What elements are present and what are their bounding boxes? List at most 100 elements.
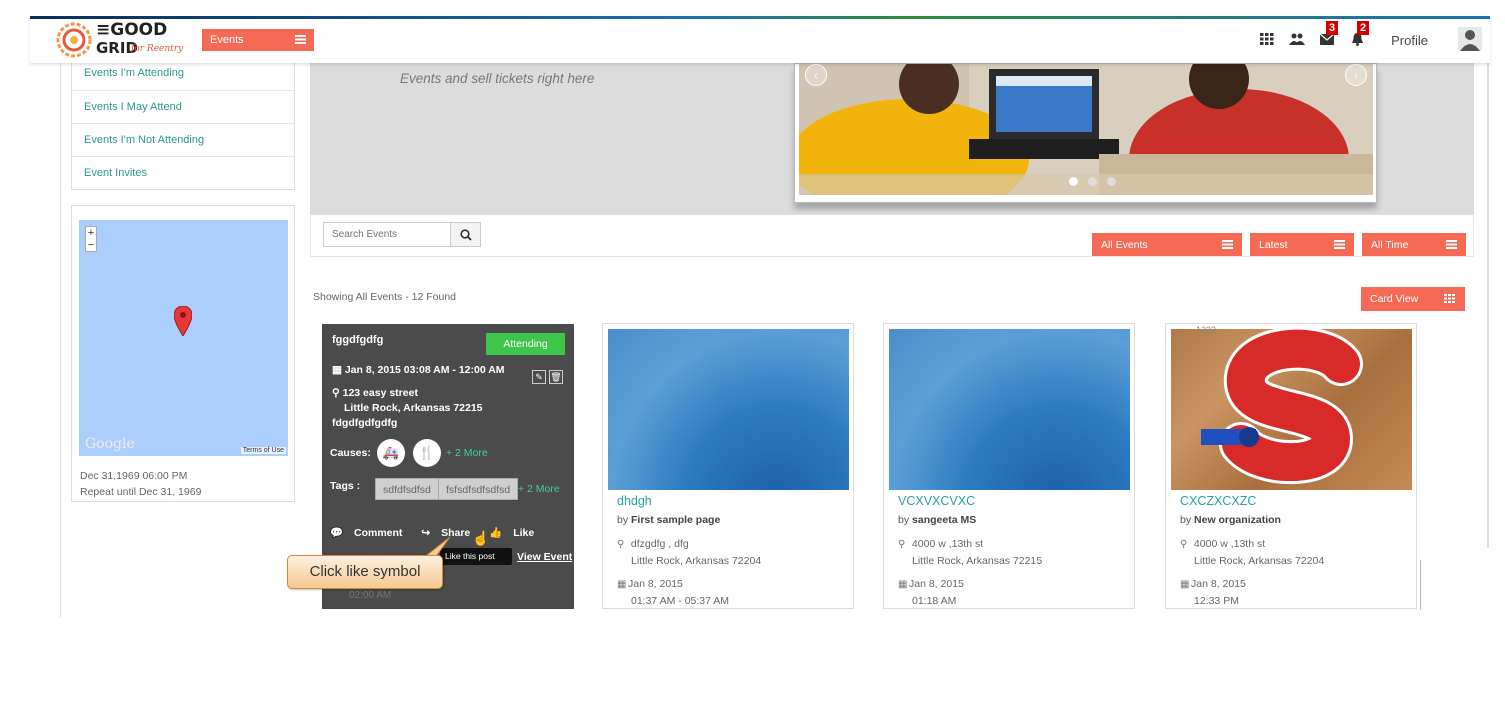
gear-logo-icon [56, 22, 92, 58]
address-line1: 4000 w ,13th st [1193, 538, 1266, 550]
hand-cursor-icon: ☝ [472, 530, 490, 546]
organizer-name[interactable]: sangeeta MS [912, 514, 976, 526]
zoom-out-button[interactable]: − [86, 239, 96, 251]
event-image[interactable] [889, 329, 1130, 490]
map-marker-icon: ⚲ [617, 539, 625, 550]
slider-dot[interactable] [1107, 177, 1116, 186]
slider-dots [1069, 173, 1126, 191]
menu-icon [1446, 240, 1457, 249]
search-icon [459, 229, 472, 241]
grid-view-icon [1444, 294, 1455, 303]
latest-dropdown[interactable]: Latest [1250, 233, 1354, 256]
ambulance-cause-icon[interactable]: 🚑 [377, 439, 405, 467]
organizer-name[interactable]: New organization [1194, 514, 1281, 526]
profile-link[interactable]: Profile [1391, 33, 1428, 48]
map-marker-icon: ⚲ [1180, 539, 1188, 550]
time-text: 12:33 PM [1194, 595, 1239, 607]
comment-label: Comment [354, 527, 403, 539]
tags-more-link[interactable]: + 2 More [518, 483, 560, 495]
like-button[interactable]: 👍 Like [489, 527, 542, 539]
event-name-link[interactable]: dhdgh [617, 494, 652, 508]
left-divider [60, 63, 61, 618]
search-events-input[interactable] [323, 222, 451, 247]
event-address: ⚲ 4000 w ,13th st Little Rock, Arkansas … [1180, 536, 1324, 569]
notifications-button[interactable]: 2 [1351, 21, 1370, 49]
avatar-icon[interactable] [1458, 27, 1482, 51]
terms-link[interactable]: Terms of Use [240, 447, 286, 454]
like-label: Like [513, 527, 535, 539]
map-pin-icon[interactable] [174, 306, 192, 336]
causes-label: Causes: [330, 447, 371, 459]
menu-item-invites[interactable]: Event Invites [72, 156, 294, 189]
event-organizer: by New organization [1180, 514, 1281, 526]
event-image[interactable] [608, 329, 849, 490]
event-address: ⚲ dfzgdfg , dfg Little Rock, Arkansas 72… [617, 536, 761, 569]
event-card[interactable]: 1222 CXCZXCXZC by New organization ⚲ 400… [1165, 323, 1417, 609]
by-prefix: by [617, 514, 632, 526]
event-title[interactable]: fggdfgdfg [332, 334, 383, 346]
filter-bar: All Events Latest All Time [310, 215, 1474, 257]
event-card[interactable]: dhdgh by First sample page ⚲ dfzgdfg , d… [602, 323, 854, 609]
slider-dot[interactable] [1069, 177, 1078, 186]
notifications-badge: 2 [1357, 21, 1370, 35]
messages-button[interactable]: 3 [1319, 21, 1339, 48]
event-card[interactable]: VCXVXCVXC by sangeeta MS ⚲ 4000 w ,13th … [883, 323, 1135, 609]
slider-prev-button[interactable]: ‹ [805, 64, 827, 86]
organizer-name[interactable]: First sample page [631, 514, 720, 526]
slider-dot[interactable] [1088, 177, 1097, 186]
time-text: 01:18 AM [912, 595, 957, 607]
image-slider: ‹ › [794, 63, 1377, 203]
comment-button[interactable]: 💬 Comment [330, 527, 410, 539]
thumbs-up-icon: 👍 [489, 527, 503, 539]
card-view-label: Card View [1370, 293, 1419, 305]
edit-icon[interactable]: ✎ [532, 370, 546, 384]
apps-grid-icon[interactable] [1260, 33, 1274, 45]
causes-more-link[interactable]: + 2 More [446, 447, 488, 459]
nav-icons: 3 2 Profile [1250, 19, 1490, 63]
event-time-faded: 02:00 AM [349, 590, 392, 601]
slider-next-button[interactable]: › [1345, 64, 1367, 86]
card-tools: ✎ 🗑 [529, 367, 563, 385]
event-name-link[interactable]: CXCZXCXZC [1180, 494, 1256, 508]
group-users-icon[interactable] [1289, 33, 1305, 45]
logo[interactable]: ≡GOOD GRID for Reentry [54, 19, 184, 61]
map-event-date: Dec 31,1969 06:00 PM Repeat until Dec 31… [80, 468, 201, 500]
card-view-button[interactable]: Card View [1361, 287, 1465, 311]
trash-icon[interactable]: 🗑 [549, 370, 563, 384]
tag-chip[interactable]: sdfdfsdfsd [375, 478, 439, 500]
tag-chip[interactable]: fsfsdfsdfsdfsd [438, 478, 519, 500]
events-filter-menu: Events I'm Attending Events I May Attend… [71, 63, 295, 190]
logo-text-good: ≡GOOD [96, 20, 168, 40]
tags-label: Tags : [330, 480, 361, 492]
instruction-callout: Click like symbol [287, 555, 443, 589]
event-address: ⚲ 4000 w ,13th st Little Rock, Arkansas … [898, 536, 1042, 569]
attending-status-button[interactable]: Attending [486, 333, 565, 355]
menu-item-not-attending[interactable]: Events I'm Not Attending [72, 123, 294, 156]
menu-item-may-attend[interactable]: Events I May Attend [72, 90, 294, 123]
map[interactable]: + − Google Terms of Use [79, 220, 288, 456]
calendar-icon: ▦ [898, 579, 908, 590]
messages-badge: 3 [1326, 21, 1339, 35]
all-events-dropdown[interactable]: All Events [1092, 233, 1242, 256]
google-logo: Google [85, 436, 135, 452]
date-text: Jan 8, 2015 [628, 578, 683, 590]
menu-item-attending[interactable]: Events I'm Attending [72, 63, 294, 90]
felt-letter-s-image [1201, 329, 1363, 485]
events-menu-button[interactable]: Events [202, 29, 314, 51]
all-events-label: All Events [1101, 239, 1148, 251]
date-text: Jan 8, 2015 [1191, 578, 1246, 590]
address-line2: Little Rock, Arkansas 72215 [912, 555, 1043, 567]
event-image[interactable]: 1222 [1171, 325, 1412, 490]
address-line2: Little Rock, Arkansas 72204 [1194, 555, 1325, 567]
event-name-link[interactable]: VCXVXCVXC [898, 494, 975, 508]
zoom-in-button[interactable]: + [86, 227, 96, 239]
scrollbar-track[interactable] [1487, 63, 1489, 548]
calendar-icon: ▦ [1180, 579, 1190, 590]
view-event-link[interactable]: View Event [517, 551, 572, 563]
search-button[interactable] [450, 222, 481, 247]
food-cause-icon[interactable]: 🍴 [413, 439, 441, 467]
address-line1: 4000 w ,13th st [911, 538, 984, 550]
event-date-text: Dec 31,1969 06:00 PM [80, 470, 188, 482]
menu-icon [295, 35, 306, 44]
all-time-dropdown[interactable]: All Time [1362, 233, 1466, 256]
